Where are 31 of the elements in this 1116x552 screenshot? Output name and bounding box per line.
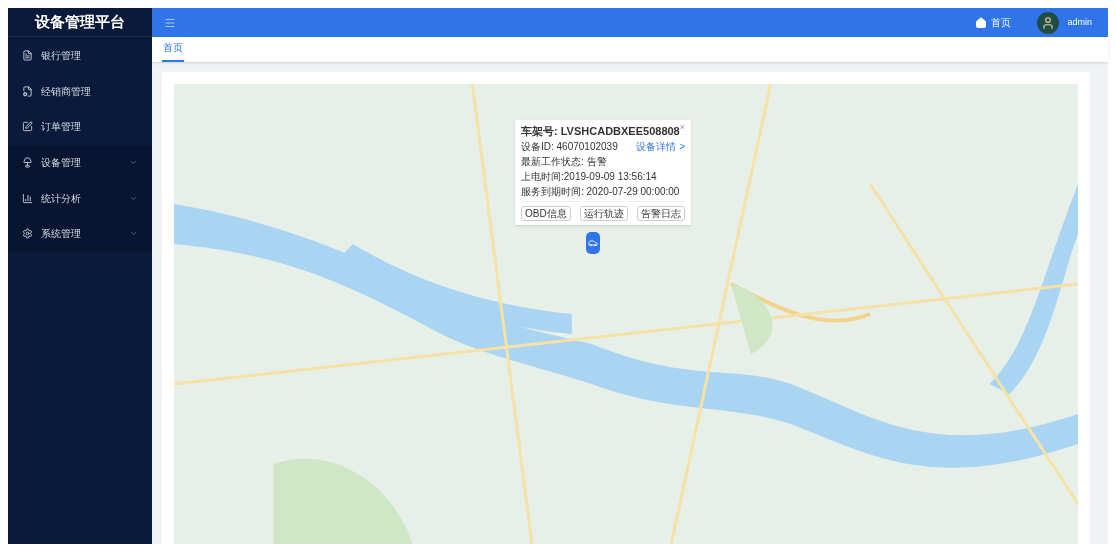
settings-icon: [22, 228, 33, 240]
bar-chart-icon: [22, 192, 33, 204]
lamp-icon: [22, 157, 33, 169]
menu-item[interactable]: 订单管理: [8, 109, 152, 145]
home-icon: [975, 16, 988, 29]
user-name[interactable]: admin: [1067, 15, 1092, 30]
edit-icon: [22, 121, 33, 133]
tab[interactable]: 首页: [162, 40, 184, 62]
file-icon: [22, 50, 33, 62]
popup-button[interactable]: 运行轨迹: [579, 206, 628, 221]
map[interactable]: 车架号: LVSHCADBXEE508808× 设备ID: 46070102039 设备详情 > 最新工作状态: 告警 上电时间:2019-09-09 13:56:14 服务到期时间: 2020-07-29 00:00:00 OBD信息 运行轨迹 告警日志: [174, 84, 1078, 544]
info-line: 最新工作状态: 告警: [521, 155, 608, 169]
menu-item[interactable]: 银行管理: [8, 38, 152, 74]
car-icon: [588, 238, 598, 248]
file-gear-icon: [22, 85, 33, 97]
popup-button[interactable]: 告警日志: [637, 206, 685, 221]
menu-item[interactable]: 系统管理: [8, 215, 152, 252]
popup-title: 车架号: LVSHCADBXEE508808: [521, 124, 680, 139]
app-title: 设备管理平台: [35, 11, 125, 32]
popup-button[interactable]: OBD信息: [521, 206, 571, 221]
menu-item[interactable]: 经销商管理: [8, 73, 152, 110]
device-id: 设备ID: 46070102039: [521, 140, 618, 154]
info-line: 服务到期时间: 2020-07-29 00:00:00: [521, 185, 681, 199]
info-line: 上电时间:2019-09-09 13:56:14: [521, 170, 658, 184]
device-detail-link[interactable]: 设备详情 >: [636, 139, 685, 154]
menu-icon[interactable]: [164, 16, 176, 29]
car-marker[interactable]: [586, 232, 600, 254]
avatar[interactable]: [1037, 11, 1060, 34]
menu-item[interactable]: 设备管理: [8, 144, 152, 181]
home-link[interactable]: 首页: [975, 15, 1012, 30]
menu-item[interactable]: 统计分析: [8, 180, 152, 216]
